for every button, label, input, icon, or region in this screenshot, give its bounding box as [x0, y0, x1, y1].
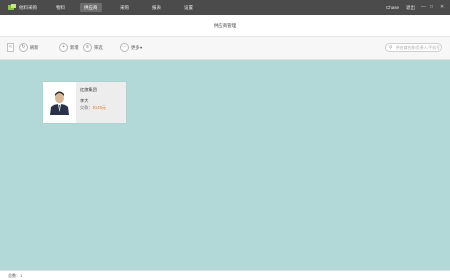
supplier-card[interactable]: 红旗集团 李大 欠款：¥145元: [43, 82, 126, 123]
maximize-icon[interactable]: □: [430, 4, 433, 10]
refresh-icon[interactable]: ↻: [19, 43, 28, 52]
user-name[interactable]: Chase: [386, 5, 399, 10]
nav-item-materials[interactable]: 物料: [52, 3, 69, 12]
search-icon: ⚲: [389, 45, 393, 51]
supplier-contact: 李大: [80, 98, 89, 103]
logout-link[interactable]: 退出: [406, 5, 415, 11]
add-button-label[interactable]: 新增: [70, 45, 79, 51]
more-glyph: ⋯: [122, 44, 127, 50]
filter-glyph: ≡: [86, 44, 89, 50]
chevron-down-icon[interactable]: ▾: [140, 45, 142, 51]
page-title: 供应商管理: [213, 23, 237, 28]
back-button[interactable]: <: [7, 43, 14, 52]
nav-item-reports[interactable]: 报表: [148, 3, 165, 12]
search-placeholder: 供应商名称/负责人/手机号: [396, 45, 440, 50]
person-avatar-icon: [50, 91, 69, 115]
supplier-name: 红旗集团: [80, 87, 97, 92]
supplier-grid: 红旗集团 李大 欠款：¥145元: [0, 60, 450, 270]
nav-item-purchase[interactable]: 采购: [116, 3, 133, 12]
refresh-glyph: ↻: [21, 44, 26, 50]
debt-amount: ¥145元: [92, 105, 107, 110]
supplier-photo: [43, 82, 76, 123]
refresh-button-label[interactable]: 刷新: [30, 45, 39, 51]
more-button-label[interactable]: 更多: [131, 45, 140, 51]
filter-icon[interactable]: ≡: [83, 43, 92, 52]
toolbar: < ↻ 刷新 + 新增 ≡ 筛选 ⋯ 更多 ▾ ⚲ 供应商名称/负责人/手机号: [0, 37, 450, 60]
app-window: 他料采购 物料 供应商 采购 报表 设置 Chase 退出 — □ ✕ 供应商管…: [0, 0, 450, 280]
total-count: 总数：1: [8, 273, 23, 278]
debt-label: 欠款：: [80, 105, 93, 110]
page-header: 供应商管理: [0, 15, 450, 37]
minimize-icon[interactable]: —: [421, 4, 426, 10]
add-glyph: +: [62, 44, 65, 50]
nav-item-suppliers[interactable]: 供应商: [80, 3, 102, 12]
search-input[interactable]: ⚲ 供应商名称/负责人/手机号: [385, 43, 442, 52]
logo-icon: [8, 4, 16, 10]
close-icon[interactable]: ✕: [440, 4, 444, 10]
supplier-debt: 欠款：¥145元: [80, 105, 106, 111]
app-brand: 他料采购: [19, 5, 37, 10]
status-bar: 总数：1: [0, 270, 450, 280]
add-icon[interactable]: +: [59, 43, 68, 52]
filter-button-label[interactable]: 筛选: [94, 45, 103, 51]
more-icon[interactable]: ⋯: [120, 43, 129, 52]
nav-item-settings[interactable]: 设置: [180, 3, 197, 12]
top-nav-bar: 他料采购 物料 供应商 采购 报表 设置 Chase 退出 — □ ✕: [0, 0, 450, 15]
